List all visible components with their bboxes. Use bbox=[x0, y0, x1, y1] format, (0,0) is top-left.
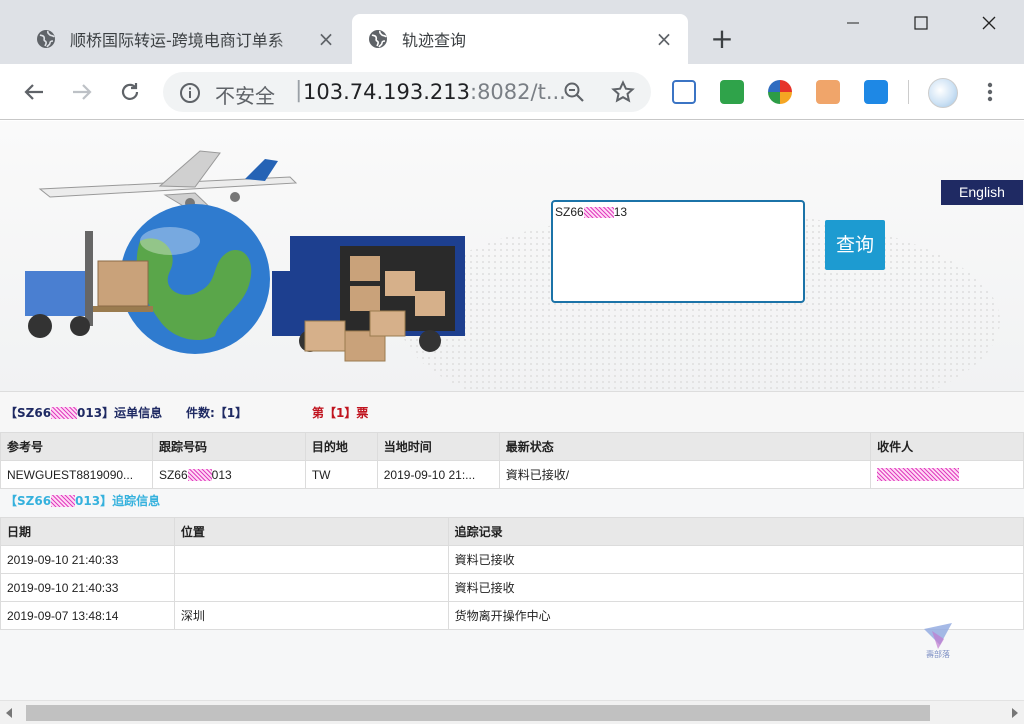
table-header-row: 日期 位置 追踪记录 bbox=[0, 517, 1024, 546]
waybill-title-prefix: 【SZ66 bbox=[5, 406, 52, 420]
profile-avatar[interactable] bbox=[928, 78, 958, 108]
record-cell: 資料已接收 bbox=[447, 573, 1024, 602]
tab-close-icon[interactable]: × bbox=[316, 29, 336, 49]
info-icon[interactable] bbox=[179, 82, 201, 104]
watermark-text: 壽部落 bbox=[926, 649, 950, 659]
search-value-prefix: SZ66 bbox=[555, 205, 584, 219]
toolbar-divider bbox=[908, 80, 909, 104]
back-arrow-icon[interactable] bbox=[20, 78, 48, 106]
record-cell: 資料已接收 bbox=[447, 545, 1024, 574]
extension-share-icon[interactable] bbox=[864, 80, 888, 104]
location-cell bbox=[173, 545, 449, 574]
column-header: 跟踪号码 bbox=[151, 432, 306, 461]
column-header: 日期 bbox=[0, 517, 175, 546]
redaction-mask bbox=[877, 467, 960, 481]
column-header: 收件人 bbox=[870, 432, 1024, 461]
tab-tracking[interactable]: 轨迹查询 × bbox=[352, 14, 688, 64]
globe-icon bbox=[369, 30, 387, 48]
tracking-number-input[interactable]: SZ66 13 bbox=[551, 200, 805, 303]
redaction-mask bbox=[51, 407, 78, 419]
waybill-title-suffix: 013】运单信息 bbox=[77, 406, 163, 420]
window-close-button[interactable] bbox=[966, 0, 1012, 46]
redaction-mask bbox=[187, 468, 212, 481]
reference-cell: NEWGUEST8819090... bbox=[0, 460, 153, 489]
search-value-suffix: 13 bbox=[613, 205, 628, 219]
horizontal-scrollbar[interactable] bbox=[0, 700, 1024, 724]
english-language-button[interactable]: English bbox=[941, 180, 1023, 205]
truck-illustration bbox=[272, 236, 465, 362]
extension-lock-icon[interactable] bbox=[768, 80, 792, 104]
latest-status-cell: 資料已接收/ bbox=[498, 460, 872, 489]
recipient-cell bbox=[870, 460, 1024, 489]
table-row: NEWGUEST8819090... SZ66 013 TW 2019-09-10… bbox=[0, 460, 1024, 489]
browser-titlebar: 顺桥国际转运-跨境电商订单系 × 轨迹查询 × + bbox=[0, 0, 1024, 64]
query-button[interactable]: 查询 bbox=[825, 220, 885, 270]
banner: English SZ66 13 查询 bbox=[0, 121, 1024, 391]
table-header-row: 参考号 跟踪号码 目的地 当地时间 最新状态 收件人 bbox=[0, 432, 1024, 461]
tracking-info-title: 【SZ66 013】追踪信息 bbox=[5, 492, 160, 509]
logistics-illustration bbox=[25, 150, 465, 362]
waybill-table: 参考号 跟踪号码 目的地 当地时间 最新状态 收件人 NEWGUEST88190… bbox=[0, 432, 1024, 489]
piece-count: 件数:【1】 bbox=[186, 406, 248, 420]
table-row: 2019-09-10 21:40:33 資料已接收 bbox=[0, 573, 1024, 602]
date-cell: 2019-09-10 21:40:33 bbox=[0, 545, 175, 574]
extension-translate-icon[interactable] bbox=[672, 80, 696, 104]
tracking-suffix: 013 bbox=[211, 467, 232, 482]
star-icon[interactable] bbox=[611, 80, 635, 104]
tab-close-icon[interactable]: × bbox=[654, 29, 674, 49]
menu-dots-icon[interactable] bbox=[982, 78, 998, 106]
waybill-title: 【SZ66 013】运单信息 bbox=[5, 404, 162, 421]
address-separator: | bbox=[295, 78, 303, 103]
tab-shunqiao[interactable]: 顺桥国际转运-跨境电商订单系 × bbox=[20, 14, 350, 64]
zoom-icon[interactable] bbox=[563, 81, 585, 103]
url-host: 103.74.193.213 bbox=[303, 80, 470, 104]
date-cell: 2019-09-10 21:40:33 bbox=[0, 573, 175, 602]
watermark-logo: 壽部落 bbox=[924, 623, 952, 659]
table-row: 2019-09-10 21:40:33 資料已接收 bbox=[0, 545, 1024, 574]
globe-icon bbox=[37, 30, 55, 48]
address-bar[interactable]: 不安全 | 103.74.193.213:8082/t... bbox=[163, 72, 651, 112]
ticket-number: 第【1】票 bbox=[312, 406, 369, 420]
column-header: 参考号 bbox=[0, 432, 153, 461]
location-cell: 深圳 bbox=[173, 601, 449, 630]
window-minimize-button[interactable] bbox=[830, 0, 876, 46]
tracking-page: English SZ66 13 查询 【SZ66 013】运单信息 件数:【1】 第… bbox=[0, 121, 1024, 700]
location-cell bbox=[173, 573, 449, 602]
new-tab-plus-icon[interactable]: + bbox=[708, 25, 736, 54]
column-header: 最新状态 bbox=[498, 432, 872, 461]
column-header: 位置 bbox=[173, 517, 449, 546]
extension-mail-check-icon[interactable] bbox=[720, 80, 744, 104]
tracking-prefix: SZ66 bbox=[158, 467, 188, 482]
browser-toolbar: 不安全 | 103.74.193.213:8082/t... bbox=[0, 64, 1024, 120]
window-maximize-button[interactable] bbox=[898, 0, 944, 46]
local-time-cell: 2019-09-10 21:... bbox=[376, 460, 500, 489]
tracking-table: 日期 位置 追踪记录 2019-09-10 21:40:33 資料已接收 201… bbox=[0, 517, 1024, 630]
table-row: 2019-09-07 13:48:14 深圳 货物离开操作中心 bbox=[0, 601, 1024, 630]
destination-cell: TW bbox=[304, 460, 378, 489]
tab-title: 轨迹查询 bbox=[402, 31, 467, 50]
scroll-right-arrow-icon[interactable] bbox=[1012, 708, 1018, 718]
tracking-title-prefix: 【SZ66 bbox=[5, 494, 52, 508]
url-text[interactable]: 103.74.193.213:8082/t... bbox=[303, 80, 566, 104]
airplane-icon bbox=[38, 150, 298, 220]
forward-arrow-icon[interactable] bbox=[68, 78, 96, 106]
redaction-mask bbox=[583, 207, 614, 218]
waybill-info-bar: 【SZ66 013】运单信息 件数:【1】 第【1】票 bbox=[0, 391, 1024, 431]
tracking-title-suffix: 013】追踪信息 bbox=[75, 494, 161, 508]
tracking-cell: SZ66 013 bbox=[151, 460, 306, 489]
column-header: 当地时间 bbox=[376, 432, 500, 461]
tab-title: 顺桥国际转运-跨境电商订单系 bbox=[70, 31, 284, 50]
column-header: 目的地 bbox=[304, 432, 378, 461]
reload-icon[interactable] bbox=[116, 78, 144, 106]
security-label: 不安全 bbox=[215, 84, 275, 108]
scrollbar-thumb[interactable] bbox=[26, 705, 930, 721]
column-header: 追踪记录 bbox=[447, 517, 1024, 546]
extension-face-icon[interactable] bbox=[816, 80, 840, 104]
date-cell: 2019-09-07 13:48:14 bbox=[0, 601, 175, 630]
redaction-mask bbox=[51, 495, 76, 507]
url-path: :8082/t... bbox=[470, 80, 566, 104]
scroll-left-arrow-icon[interactable] bbox=[6, 708, 12, 718]
